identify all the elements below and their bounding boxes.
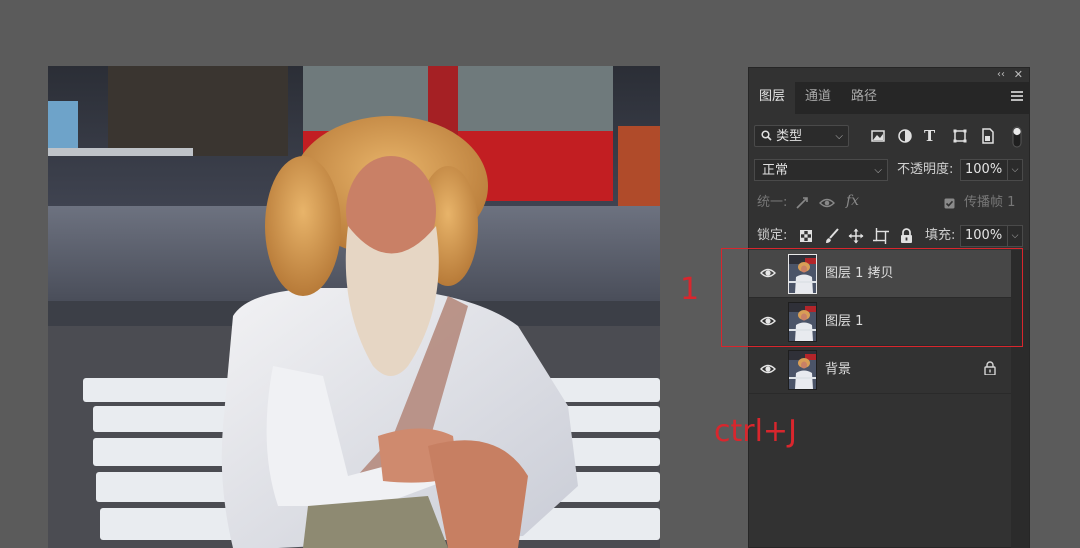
tab-channels[interactable]: 通道 <box>795 82 841 114</box>
panel-tabs: 图层 通道 路径 <box>749 82 1029 114</box>
unify-row: 统一: fx 传播帧 1 <box>749 192 1029 214</box>
tab-layers[interactable]: 图层 <box>749 82 796 114</box>
canvas-image[interactable] <box>48 66 660 548</box>
opacity-dropdown-button[interactable]: ⌵ <box>1007 159 1023 181</box>
lock-row: 锁定: 填充: 100% ⌵ <box>749 225 1029 247</box>
layer-row-background[interactable]: 背景 <box>749 346 1011 394</box>
type-filter-icon[interactable]: T <box>924 128 940 144</box>
chevron-down-icon: ⌵ <box>835 131 843 142</box>
fill-label: 填充: <box>925 228 956 243</box>
adjustment-filter-icon[interactable] <box>897 128 913 144</box>
unify-style-icon[interactable]: fx <box>846 193 859 209</box>
unify-position-icon[interactable] <box>795 196 811 210</box>
blend-row: 正常 ⌵ 不透明度: 100% ⌵ <box>749 159 1029 181</box>
blend-mode-value: 正常 <box>762 163 789 178</box>
annotation-shortcut: ctrl+J <box>714 414 797 449</box>
lock-artboard-icon[interactable] <box>873 228 889 244</box>
annotation-number: 1 <box>680 272 700 307</box>
search-icon <box>761 130 772 141</box>
filter-kind-select[interactable]: 类型 ⌵ <box>754 125 849 147</box>
blend-mode-select[interactable]: 正常 ⌵ <box>754 159 888 181</box>
chevron-down-icon: ⌵ <box>874 165 882 176</box>
workspace: ‹‹ ✕ 图层 通道 路径 类型 ⌵ T 正常 ⌵ 不透明度: 100% ⌵ 统… <box>0 0 1080 548</box>
lock-icon <box>984 361 996 375</box>
panel-menu-icon[interactable] <box>1011 91 1023 103</box>
tab-paths[interactable]: 路径 <box>841 82 887 114</box>
unify-visibility-icon[interactable] <box>819 196 837 210</box>
layer-name[interactable]: 背景 <box>825 346 851 393</box>
propagate-checkbox[interactable] <box>944 198 955 209</box>
opacity-label: 不透明度: <box>897 162 954 177</box>
pixel-filter-icon[interactable] <box>870 128 886 144</box>
filter-kind-label: 类型 <box>776 129 803 144</box>
shape-filter-icon[interactable] <box>952 128 968 144</box>
collapse-panel-button[interactable]: ‹‹ <box>997 68 1005 82</box>
filter-row: 类型 ⌵ T <box>749 125 1029 149</box>
eye-icon[interactable] <box>760 363 776 375</box>
layer-thumbnail <box>788 350 817 390</box>
filter-toggle-switch[interactable] <box>1012 126 1022 148</box>
lock-label: 锁定: <box>757 228 788 243</box>
opacity-input[interactable]: 100% <box>960 159 1008 181</box>
lock-all-icon[interactable] <box>900 228 913 243</box>
unify-label: 统一: <box>757 195 788 210</box>
close-panel-button[interactable]: ✕ <box>1014 68 1023 82</box>
propagate-label: 传播帧 1 <box>964 195 1016 210</box>
fill-dropdown-button[interactable]: ⌵ <box>1007 225 1023 247</box>
smart-object-filter-icon[interactable] <box>980 128 996 144</box>
lock-image-pixels-brush-icon[interactable] <box>824 228 840 244</box>
lock-position-move-icon[interactable] <box>848 228 864 244</box>
photo-illustration <box>48 66 660 548</box>
highlight-box <box>721 248 1023 347</box>
lock-transparent-pixels-icon[interactable] <box>800 230 812 242</box>
panel-header-bar: ‹‹ ✕ <box>749 68 1029 82</box>
fill-input[interactable]: 100% <box>960 225 1008 247</box>
